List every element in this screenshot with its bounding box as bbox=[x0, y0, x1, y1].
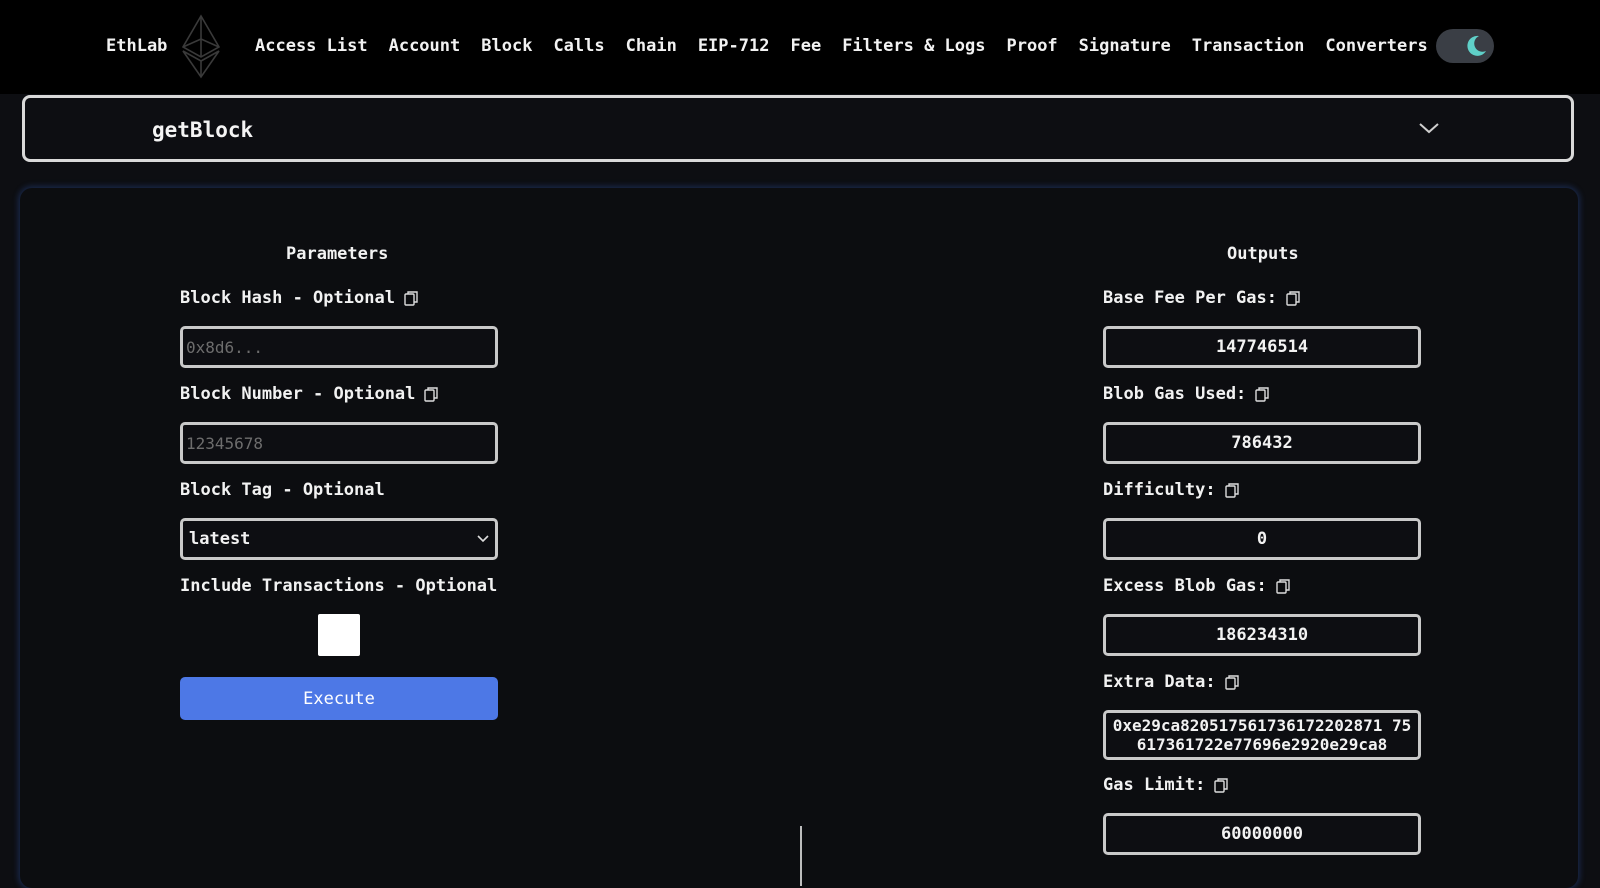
execute-button[interactable]: Execute bbox=[180, 677, 498, 720]
copy-icon[interactable] bbox=[404, 290, 418, 306]
copy-icon[interactable] bbox=[1286, 290, 1300, 306]
nav-filters-logs[interactable]: Filters & Logs bbox=[842, 36, 985, 56]
gas-limit-label: Gas Limit: bbox=[1103, 775, 1229, 795]
nav-account[interactable]: Account bbox=[389, 36, 461, 56]
ethereum-logo-icon[interactable] bbox=[180, 14, 222, 80]
outputs-title: Outputs bbox=[1227, 244, 1299, 264]
include-transactions-label: Include Transactions - Optional bbox=[180, 576, 498, 596]
chevron-down-icon bbox=[1419, 123, 1439, 134]
nav-proof[interactable]: Proof bbox=[1006, 36, 1057, 56]
include-transactions-checkbox[interactable] bbox=[318, 614, 360, 656]
block-hash-label-text: Block Hash - Optional bbox=[180, 288, 395, 308]
nav-block[interactable]: Block bbox=[481, 36, 532, 56]
parameters-title: Parameters bbox=[286, 244, 389, 264]
main-nav: Access List Account Block Calls Chain EI… bbox=[255, 36, 1449, 56]
gas-limit-output[interactable]: 60000000 bbox=[1103, 813, 1421, 855]
blob-gas-used-label: Blob Gas Used: bbox=[1103, 384, 1269, 404]
nav-access-list[interactable]: Access List bbox=[255, 36, 368, 56]
excess-blob-gas-label-text: Excess Blob Gas: bbox=[1103, 576, 1267, 596]
brand-name[interactable]: EthLab bbox=[106, 36, 167, 56]
base-fee-output[interactable]: 147746514 bbox=[1103, 326, 1421, 368]
block-tag-value: latest bbox=[189, 529, 251, 549]
block-tag-label: Block Tag - Optional bbox=[180, 480, 385, 500]
blob-gas-used-output[interactable]: 786432 bbox=[1103, 422, 1421, 464]
method-name: getBlock bbox=[152, 118, 254, 142]
base-fee-label: Base Fee Per Gas: bbox=[1103, 288, 1300, 308]
extra-data-label-text: Extra Data: bbox=[1103, 672, 1216, 692]
top-nav-bar: EthLab Access List Account Block Calls C… bbox=[0, 0, 1600, 94]
extra-data-output[interactable]: 0xe29ca820517561736172202871 75617361722… bbox=[1103, 710, 1421, 760]
block-number-input[interactable] bbox=[183, 425, 495, 461]
block-hash-label: Block Hash - Optional bbox=[180, 288, 418, 308]
nav-transaction[interactable]: Transaction bbox=[1192, 36, 1305, 56]
method-selector[interactable]: getBlock bbox=[22, 95, 1574, 162]
nav-fee[interactable]: Fee bbox=[790, 36, 821, 56]
excess-blob-gas-output[interactable]: 186234310 bbox=[1103, 614, 1421, 656]
block-hash-field[interactable] bbox=[180, 326, 498, 368]
block-tag-select[interactable]: latest bbox=[180, 518, 498, 560]
difficulty-label: Difficulty: bbox=[1103, 480, 1239, 500]
nav-calls[interactable]: Calls bbox=[553, 36, 604, 56]
copy-icon[interactable] bbox=[1224, 674, 1239, 690]
blob-gas-used-label-text: Blob Gas Used: bbox=[1103, 384, 1247, 404]
block-number-label-text: Block Number - Optional bbox=[180, 384, 416, 404]
block-number-label: Block Number - Optional bbox=[180, 384, 439, 404]
nav-chain[interactable]: Chain bbox=[626, 36, 677, 56]
difficulty-label-text: Difficulty: bbox=[1103, 480, 1216, 500]
base-fee-label-text: Base Fee Per Gas: bbox=[1103, 288, 1277, 308]
extra-data-label: Extra Data: bbox=[1103, 672, 1239, 692]
copy-icon[interactable] bbox=[1224, 482, 1239, 498]
gas-limit-label-text: Gas Limit: bbox=[1103, 775, 1206, 795]
chevron-down-icon bbox=[477, 535, 489, 543]
theme-toggle[interactable] bbox=[1436, 29, 1494, 63]
copy-icon[interactable] bbox=[1276, 578, 1290, 594]
copy-icon[interactable] bbox=[1214, 777, 1229, 793]
nav-converters[interactable]: Converters bbox=[1325, 36, 1427, 56]
block-number-field[interactable] bbox=[180, 422, 498, 464]
excess-blob-gas-label: Excess Blob Gas: bbox=[1103, 576, 1290, 596]
moon-icon bbox=[1467, 35, 1486, 56]
block-hash-input[interactable] bbox=[183, 329, 495, 365]
difficulty-output[interactable]: 0 bbox=[1103, 518, 1421, 560]
nav-eip-712[interactable]: EIP-712 bbox=[698, 36, 770, 56]
nav-signature[interactable]: Signature bbox=[1079, 36, 1171, 56]
copy-icon[interactable] bbox=[424, 386, 439, 402]
copy-icon[interactable] bbox=[1255, 386, 1269, 402]
column-divider bbox=[800, 826, 802, 886]
